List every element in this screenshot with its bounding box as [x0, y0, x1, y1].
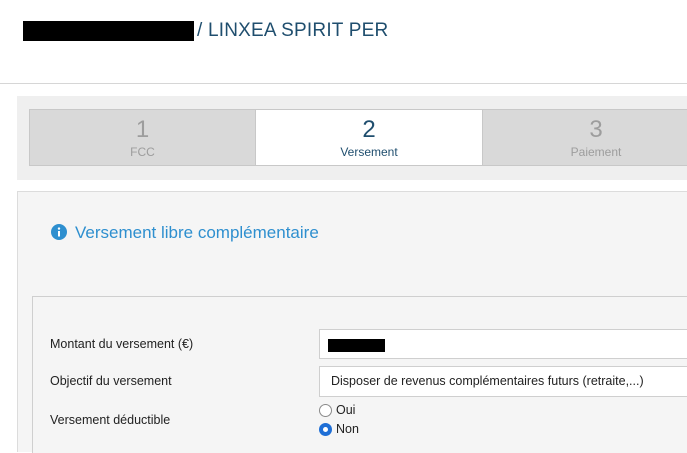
radio-oui[interactable]: Oui — [319, 403, 355, 417]
step-label: Versement — [340, 145, 398, 159]
step-paiement[interactable]: 3 Paiement — [483, 109, 687, 166]
page-title: / LINXEA SPIRIT PER — [197, 20, 389, 41]
versement-panel: Versement libre complémentaire Montant d… — [17, 191, 687, 453]
radio-non[interactable]: Non — [319, 422, 359, 436]
radio-button-unchecked[interactable] — [319, 403, 332, 417]
amount-input[interactable] — [319, 329, 687, 359]
radio-label-non: Non — [336, 422, 359, 436]
step-number: 3 — [589, 116, 603, 143]
radio-label-oui: Oui — [336, 403, 356, 417]
step-number: 1 — [135, 116, 150, 143]
objective-select[interactable]: Disposer de revenus complémentaires futu… — [319, 366, 687, 397]
stepper: 1 FCC 2 Versement 3 Paiement — [29, 109, 687, 166]
info-circle-icon — [51, 224, 67, 240]
deductible-label: Versement déductible — [50, 413, 171, 427]
step-versement[interactable]: 2 Versement — [256, 109, 483, 166]
amount-label: Montant du versement (€) — [50, 337, 194, 351]
page-header: / LINXEA SPIRIT PER — [0, 0, 687, 84]
versement-form: Montant du versement (€) Objectif du ver… — [32, 296, 687, 453]
step-label: FCC — [130, 145, 155, 159]
objective-label: Objectif du versement — [50, 374, 172, 388]
step-fcc[interactable]: 1 FCC — [29, 109, 256, 166]
step-number: 2 — [362, 116, 376, 143]
redacted-contract-name — [23, 21, 194, 41]
steps-bar: 1 FCC 2 Versement 3 Paiement — [17, 96, 687, 180]
radio-button-checked[interactable] — [319, 422, 332, 436]
objective-selected-value: Disposer de revenus complémentaires futu… — [331, 374, 644, 388]
section-title: Versement libre complémentaire — [75, 223, 319, 242]
redacted-amount-value — [328, 339, 385, 352]
step-label: Paiement — [570, 145, 622, 159]
